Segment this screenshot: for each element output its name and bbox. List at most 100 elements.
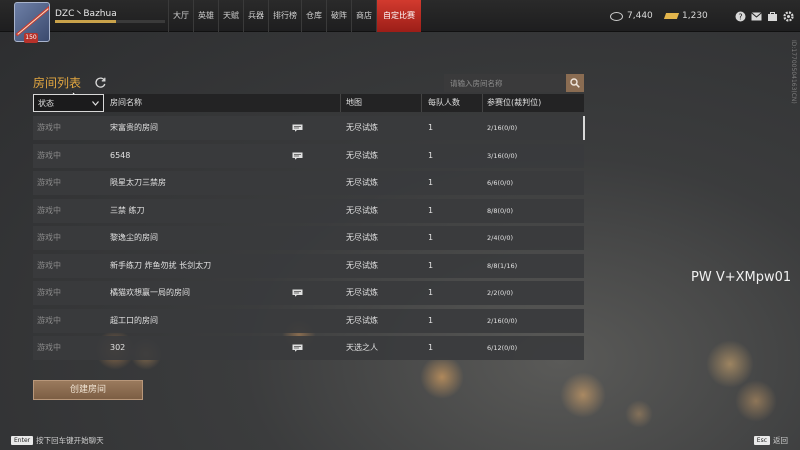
bokeh-light [560, 372, 606, 418]
back-hint[interactable]: Esc 返回 [753, 435, 788, 446]
room-team-size: 1 [428, 178, 434, 187]
table-row[interactable]: 游戏中 橘猫欢想赢一局的房间 无尽试炼 1 2/2(0/0) [33, 281, 584, 305]
room-name: 黎逸尘的房间 [110, 233, 158, 242]
room-team-size: 1 [428, 288, 434, 297]
table-row[interactable]: 游戏中 黎逸尘的房间 无尽试炼 1 2/4(0/0) [33, 226, 584, 250]
mail-icon[interactable] [751, 11, 762, 22]
room-team-size: 1 [428, 260, 434, 270]
player-name: DZC丶Bazhua [55, 9, 117, 19]
table-row[interactable]: 游戏中 三禁 练刀 无尽试炼 1 8/8(0/0) [33, 198, 584, 223]
room-name: 超工口的房间 [110, 315, 158, 325]
room-name: 三禁 练刀 [110, 205, 145, 215]
table-row[interactable]: 游戏中 302 天选之人 1 6/12(0/0) [33, 336, 584, 360]
room-slots: 2/2(0/0) [487, 289, 513, 297]
chevron-down-icon [92, 101, 99, 106]
room-slots: 2/16(0/0) [487, 124, 518, 132]
coin-icon [610, 11, 623, 21]
room-status: 游戏中 [37, 260, 61, 270]
room-status: 游戏中 [37, 150, 61, 160]
room-status: 游戏中 [37, 233, 61, 242]
room-name: 橘猫欢想赢一局的房间 [110, 288, 190, 297]
level-badge: 150 [24, 33, 38, 43]
nav-item-talents[interactable]: 天赋 [218, 0, 243, 32]
table-scrollbar[interactable] [583, 116, 585, 140]
room-name: 6548 [110, 150, 131, 160]
top-bar: 150 DZC丶Bazhua 大厅 英雄 天赋 兵器 排行榜 仓库 破阵 商店 … [0, 0, 800, 43]
esc-key: Esc [753, 436, 770, 445]
room-team-size: 1 [428, 315, 434, 325]
room-name: 陨星太刀三禁房 [110, 178, 166, 187]
room-slots: 2/4(0/0) [487, 234, 513, 242]
main-nav: 大厅 英雄 天赋 兵器 排行榜 仓库 破阵 商店 自定比赛 [168, 0, 421, 32]
room-search-input[interactable] [444, 74, 566, 92]
nav-item-weapons[interactable]: 兵器 [243, 0, 268, 32]
table-row[interactable]: 游戏中 超工口的房间 无尽试炼 1 2/16(0/0) [33, 308, 584, 333]
gold-bar-icon [663, 13, 680, 19]
bokeh-light [420, 355, 464, 399]
room-status: 游戏中 [37, 288, 61, 297]
nav-item-breakthrough[interactable]: 破阵 [326, 0, 351, 32]
room-slots: 3/16(0/0) [487, 151, 518, 160]
header-team-size: 每队人数 [428, 98, 460, 107]
room-map: 无尽试炼 [346, 260, 378, 270]
room-status: 游戏中 [37, 315, 61, 325]
search-icon [570, 78, 580, 88]
room-slots: 8/8(0/0) [487, 206, 513, 215]
room-slots: 8/8(1/16) [487, 261, 518, 270]
room-team-size: 1 [428, 233, 434, 242]
room-team-size: 1 [428, 205, 434, 215]
chat-icon [292, 344, 303, 352]
room-team-size: 1 [428, 150, 434, 160]
room-slots: 2/16(0/0) [487, 316, 518, 325]
room-team-size: 1 [428, 343, 434, 352]
nav-item-shop[interactable]: 商店 [351, 0, 376, 32]
header-slots: 参赛位(裁判位) [487, 98, 542, 107]
room-status: 游戏中 [37, 178, 61, 187]
status-filter-select[interactable]: 状态 [33, 94, 104, 112]
table-row[interactable]: 游戏中 宋富贵的房间 无尽试炼 1 2/16(0/0) [33, 116, 584, 140]
enter-key: Enter [11, 436, 34, 445]
shop-icon[interactable] [767, 11, 778, 22]
room-map: 无尽试炼 [346, 178, 378, 187]
help-icon[interactable]: ? [735, 11, 746, 22]
table-row[interactable]: 游戏中 新手练刀 炸鱼勿扰 长剑太刀 无尽试炼 1 8/8(1/16) [33, 253, 584, 278]
room-status: 游戏中 [37, 343, 61, 352]
room-status: 游戏中 [37, 205, 61, 215]
room-map: 无尽试炼 [346, 233, 378, 242]
nav-item-custom-match[interactable]: 自定比赛 [376, 0, 421, 32]
chat-hint-text: 按下回车键开始聊天 [36, 436, 104, 445]
bokeh-light [625, 400, 653, 428]
room-name: 宋富贵的房间 [110, 123, 158, 132]
back-hint-text: 返回 [773, 436, 788, 445]
header-map: 地图 [346, 98, 362, 107]
nav-item-heroes[interactable]: 英雄 [193, 0, 218, 32]
room-map: 无尽试炼 [346, 123, 378, 132]
refresh-icon[interactable] [94, 74, 107, 88]
nav-item-hall[interactable]: 大厅 [168, 0, 193, 32]
table-row[interactable]: 游戏中 6548 无尽试炼 1 3/16(0/0) [33, 143, 584, 168]
room-map: 无尽试炼 [346, 205, 378, 215]
xp-bar-fill [55, 20, 116, 23]
chat-hint: Enter 按下回车键开始聊天 [11, 435, 104, 446]
settings-icon[interactable] [783, 10, 794, 22]
room-map: 无尽试炼 [346, 315, 378, 325]
svg-text:?: ? [738, 12, 742, 21]
room-team-size: 1 [428, 123, 434, 132]
player-id-text: ID:17700504163(CN) [790, 40, 797, 104]
xp-bar [55, 20, 165, 23]
chat-icon [292, 289, 303, 297]
bokeh-light [735, 380, 777, 422]
room-name: 新手练刀 炸鱼勿扰 长剑太刀 [110, 260, 212, 270]
chat-icon [292, 152, 303, 160]
gold-amount: 1,230 [682, 11, 708, 21]
gold-balance: 1,230 [663, 0, 708, 32]
room-status: 游戏中 [37, 123, 61, 132]
table-row[interactable]: 游戏中 陨星太刀三禁房 无尽试炼 1 6/6(0/0) [33, 171, 584, 195]
coin-balance: 7,440 [610, 0, 653, 32]
nav-item-leaderboard[interactable]: 排行榜 [268, 0, 301, 32]
search-button[interactable] [566, 74, 584, 92]
create-room-button[interactable]: 创建房间 [33, 380, 143, 400]
room-table: 状态 房间名称 地图 每队人数 参赛位(裁判位) 游戏中 宋富贵的房间 无尽试炼 1 2… [33, 94, 584, 360]
room-map: 天选之人 [346, 343, 378, 352]
nav-item-warehouse[interactable]: 仓库 [301, 0, 326, 32]
